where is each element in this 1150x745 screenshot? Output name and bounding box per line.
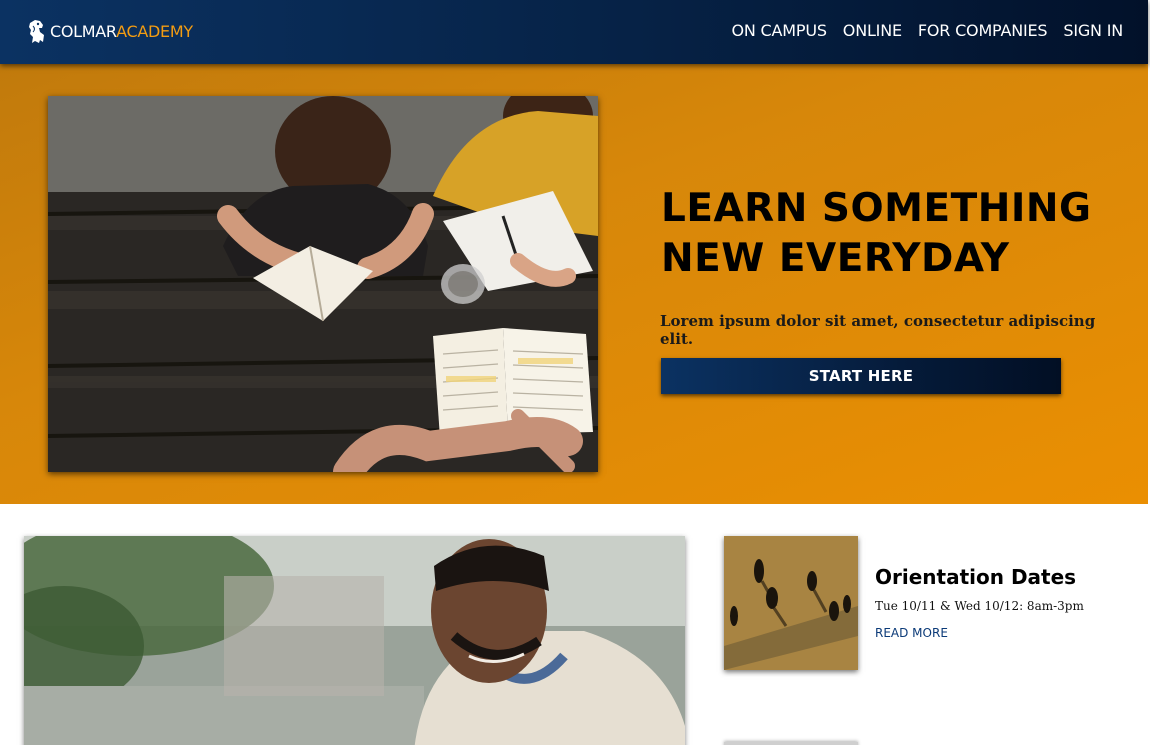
feature-photo-student: [24, 536, 685, 745]
orientation-date: Tue 10/11 & Wed 10/12: 8am-3pm: [875, 599, 1084, 613]
site-header: COLMARACADEMY ON CAMPUS ONLINE FOR COMPA…: [0, 0, 1148, 64]
hero-title-line-1: LEARN SOMETHING: [661, 186, 1092, 231]
nav-on-campus[interactable]: ON CAMPUS: [732, 21, 827, 40]
hero-photo-students-studying: [48, 96, 598, 472]
brand-name: COLMARACADEMY: [50, 22, 193, 41]
hero-section: LEARN SOMETHING NEW EVERYDAY Lorem ipsum…: [0, 64, 1148, 504]
nav-online[interactable]: ONLINE: [843, 21, 902, 40]
brand-part-1: COLMAR: [50, 21, 117, 41]
hero-title-line-2: NEW EVERYDAY: [661, 236, 1010, 281]
orientation-title: Orientation Dates: [875, 565, 1077, 589]
main-nav: ON CAMPUS ONLINE FOR COMPANIES SIGN IN: [732, 21, 1124, 40]
orientation-thumbnail: [724, 536, 858, 670]
brand-part-2: ACADEMY: [116, 21, 193, 41]
lion-crest-icon: [29, 20, 44, 43]
nav-sign-in[interactable]: SIGN IN: [1063, 21, 1123, 40]
start-here-button[interactable]: START HERE: [661, 358, 1061, 394]
logo[interactable]: COLMARACADEMY: [27, 17, 193, 45]
read-more-link[interactable]: READ MORE: [875, 626, 948, 640]
nav-for-companies[interactable]: FOR COMPANIES: [918, 21, 1048, 40]
hero-subtitle: Lorem ipsum dolor sit amet, consectetur …: [660, 312, 1096, 348]
hero-title: LEARN SOMETHING NEW EVERYDAY: [661, 184, 1101, 284]
